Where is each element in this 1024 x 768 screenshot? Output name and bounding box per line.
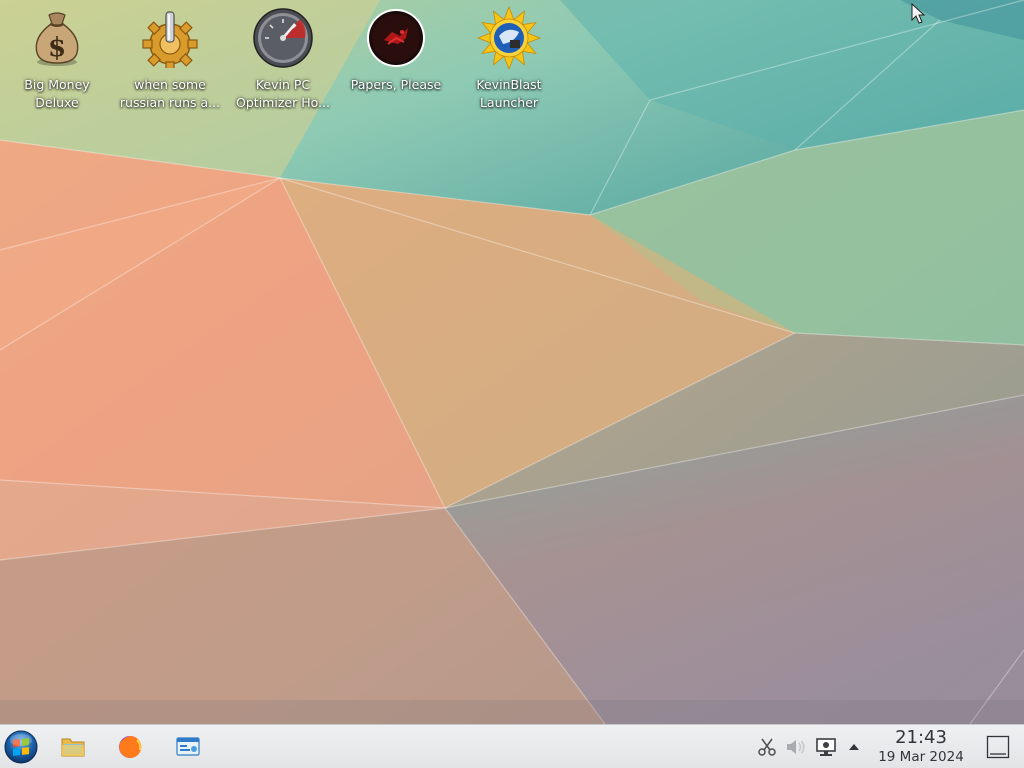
desktop-icon-big-money-deluxe[interactable]: $ Big Money Deluxe bbox=[1, 6, 113, 112]
clock-date: 19 Mar 2024 bbox=[878, 749, 964, 765]
desktop-icon-kevin-pc-optimizer[interactable]: Kevin PC Optimizer Ho... bbox=[227, 6, 339, 112]
show-desktop-button[interactable] bbox=[985, 734, 1011, 760]
clipboard-tray-button[interactable] bbox=[755, 735, 779, 759]
desktop-icon-russian-game[interactable]: when some russian runs a... bbox=[114, 6, 226, 112]
svg-text:$: $ bbox=[48, 33, 66, 63]
papers-please-icon bbox=[364, 6, 428, 70]
show-desktop-icon bbox=[986, 735, 1010, 759]
tray-expand-button[interactable] bbox=[842, 735, 866, 759]
desktop-icon-label: when some russian runs a... bbox=[119, 77, 221, 110]
speedometer-icon bbox=[251, 6, 315, 70]
volume-tray-button[interactable] bbox=[784, 735, 808, 759]
settings-window-icon bbox=[176, 737, 200, 756]
desktop-icon-area: $ Big Money Deluxe when some russian run… bbox=[0, 0, 1024, 120]
scissors-icon bbox=[758, 738, 776, 756]
gear-joystick-icon bbox=[138, 6, 202, 70]
volume-icon bbox=[787, 740, 805, 754]
start-orb-icon bbox=[4, 730, 38, 764]
kevinblast-sun-icon bbox=[477, 6, 541, 70]
firefox-icon bbox=[119, 735, 142, 758]
expand-arrow-icon bbox=[849, 744, 859, 750]
desktop-icon-label: Big Money Deluxe bbox=[24, 77, 90, 110]
mouse-cursor-icon bbox=[911, 3, 926, 24]
clock-time: 21:43 bbox=[895, 727, 947, 748]
firefox-button[interactable] bbox=[112, 729, 148, 765]
digital-clock[interactable]: 21:43 19 Mar 2024 bbox=[868, 728, 974, 766]
file-manager-button[interactable] bbox=[55, 729, 91, 765]
start-menu-button[interactable] bbox=[3, 729, 39, 765]
desktop-icon-label: KevinBlast Launcher bbox=[476, 77, 542, 110]
desktop-icon-papers-please[interactable]: Papers, Please bbox=[340, 6, 452, 94]
desktop-icon-label: Papers, Please bbox=[350, 77, 442, 92]
money-bag-icon: $ bbox=[25, 6, 89, 70]
desktop-icon-kevinblast-launcher[interactable]: KevinBlast Launcher bbox=[453, 6, 565, 112]
desktop-icon-label: Kevin PC Optimizer Ho... bbox=[236, 77, 330, 110]
network-monitor-icon bbox=[816, 738, 836, 756]
taskbar: 21:43 19 Mar 2024 bbox=[0, 724, 1024, 768]
folder-icon bbox=[61, 738, 85, 757]
system-settings-button[interactable] bbox=[170, 729, 206, 765]
network-tray-button[interactable] bbox=[814, 735, 838, 759]
